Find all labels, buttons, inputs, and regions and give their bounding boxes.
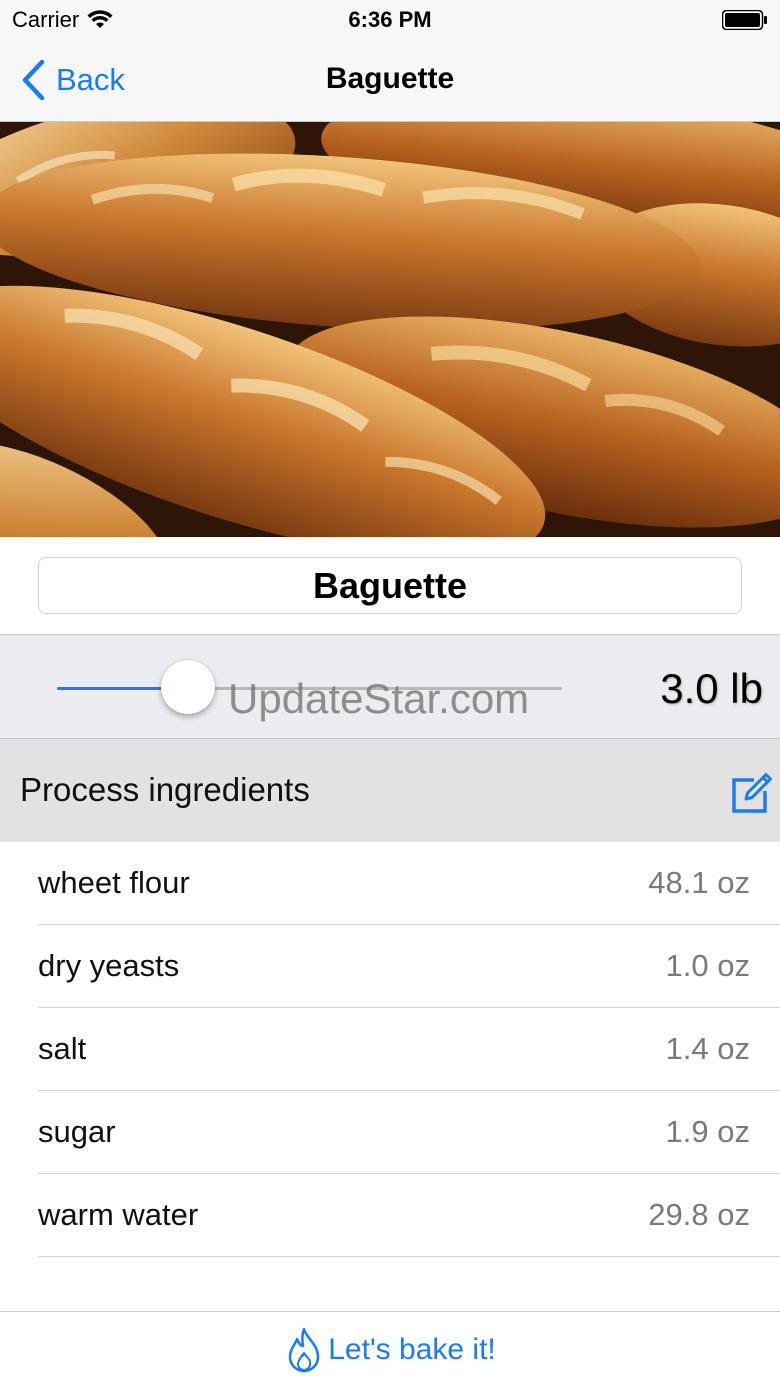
status-bar: Carrier 6:36 PM [0, 0, 780, 40]
ingredient-row[interactable]: sugar 1.9 oz [38, 1091, 780, 1174]
bake-label: Let's bake it! [328, 1332, 496, 1366]
weight-slider-thumb[interactable] [161, 660, 216, 714]
bottom-toolbar: Let's bake it! [0, 1311, 780, 1387]
weight-value: 3.0 lb [660, 665, 763, 712]
ingredient-name: dry yeasts [38, 948, 180, 983]
ingredient-amount: 29.8 oz [648, 1197, 750, 1232]
weight-slider-track[interactable] [57, 687, 562, 690]
ingredients-section-header: Process ingredients [0, 739, 780, 842]
ingredient-row[interactable]: dry yeasts 1.0 oz [38, 925, 780, 1008]
battery-icon [722, 10, 767, 30]
ingredient-name: salt [38, 1031, 87, 1066]
ingredient-row[interactable]: wheet flour 48.1 oz [38, 842, 780, 925]
ingredient-name: sugar [38, 1114, 116, 1149]
ingredient-amount: 1.0 oz [665, 948, 750, 983]
baguette-photo [0, 122, 780, 537]
nav-title: Baguette [325, 62, 455, 95]
watermark-text: UpdateStar.com [228, 675, 530, 722]
bake-button[interactable]: Let's bake it! [284, 1326, 496, 1374]
ingredients-list: wheet flour 48.1 oz dry yeasts 1.0 oz sa… [0, 842, 780, 1257]
section-title: Process ingredients [20, 771, 310, 808]
ingredient-name: warm water [38, 1197, 199, 1232]
weight-slider-section: UpdateStar.com 3.0 lb [0, 634, 780, 739]
ingredient-amount: 48.1 oz [648, 865, 750, 900]
ingredient-row[interactable]: salt 1.4 oz [38, 1008, 780, 1091]
ingredient-row[interactable]: warm water 29.8 oz [38, 1174, 780, 1257]
ingredient-name: wheet flour [38, 865, 190, 900]
recipe-name-field[interactable]: Baguette [38, 557, 742, 614]
status-time: 6:36 PM [348, 7, 432, 32]
navigation-bar: Back Baguette [0, 40, 780, 122]
edit-icon[interactable] [730, 771, 774, 815]
ingredient-amount: 1.9 oz [665, 1114, 750, 1149]
ingredient-amount: 1.4 oz [665, 1031, 750, 1066]
flame-icon [289, 1327, 320, 1372]
